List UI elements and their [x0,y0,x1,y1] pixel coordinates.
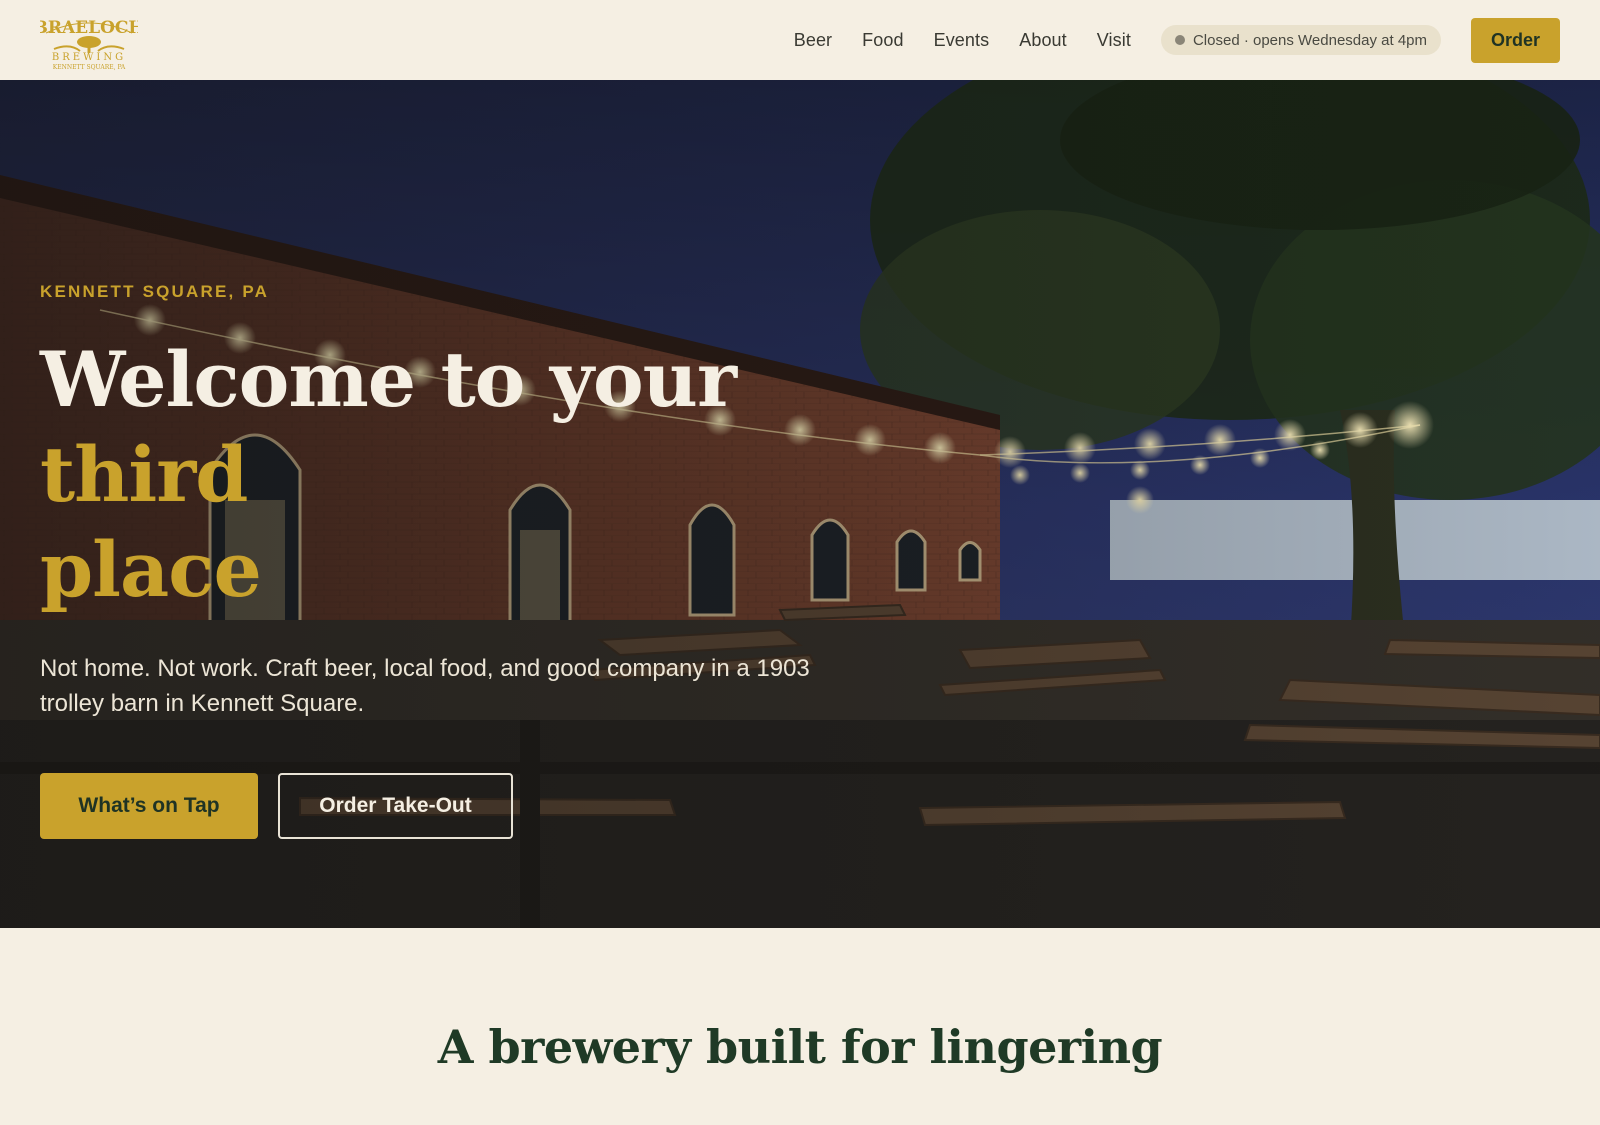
nav-link-food[interactable]: Food [862,30,903,51]
svg-text:KENNETT SQUARE, PA: KENNETT SQUARE, PA [53,64,126,71]
braeloch-logo[interactable]: BRAELOCH BREWING KENNETT SQUARE, PA [40,9,138,71]
open-status-text: Closed · opens Wednesday at 4pm [1192,31,1427,49]
nav-link-about[interactable]: About [1019,30,1067,51]
hero-title-accent-1: third [40,430,248,519]
hero-section: KENNETT SQUARE, PA Welcome to your third… [0,80,1600,928]
nav-link-visit[interactable]: Visit [1097,30,1131,51]
order-button[interactable]: Order [1471,17,1560,63]
order-takeout-button[interactable]: Order Take-Out [278,773,513,839]
site-header: BRAELOCH BREWING KENNETT SQUARE, PA Beer… [0,0,1600,80]
hero-subtitle: Not home. Not work. Craft beer, local fo… [40,655,810,717]
status-dot-icon [1174,35,1185,45]
hero-eyebrow: KENNETT SQUARE, PA [40,282,270,301]
hero-title-main: Welcome to your [40,335,737,424]
hero-cta-group: What’s on Tap Order Take-Out [40,773,940,839]
nav-link-events[interactable]: Events [934,30,990,51]
section-title: A brewery built for lingering [437,1020,1163,1074]
open-status-badge: Closed · opens Wednesday at 4pm [1160,25,1441,55]
hero-title: Welcome to your third place [40,332,940,617]
svg-text:BRAELOCH: BRAELOCH [40,18,138,38]
main-nav: Beer Food Events About Visit Closed · op… [794,17,1560,63]
svg-text:BREWING: BREWING [52,52,126,63]
hero-content: KENNETT SQUARE, PA Welcome to your third… [40,282,940,839]
hero-title-accent-2: place [40,525,262,614]
whats-on-tap-button[interactable]: What’s on Tap [40,773,258,839]
nav-link-beer[interactable]: Beer [794,30,832,51]
